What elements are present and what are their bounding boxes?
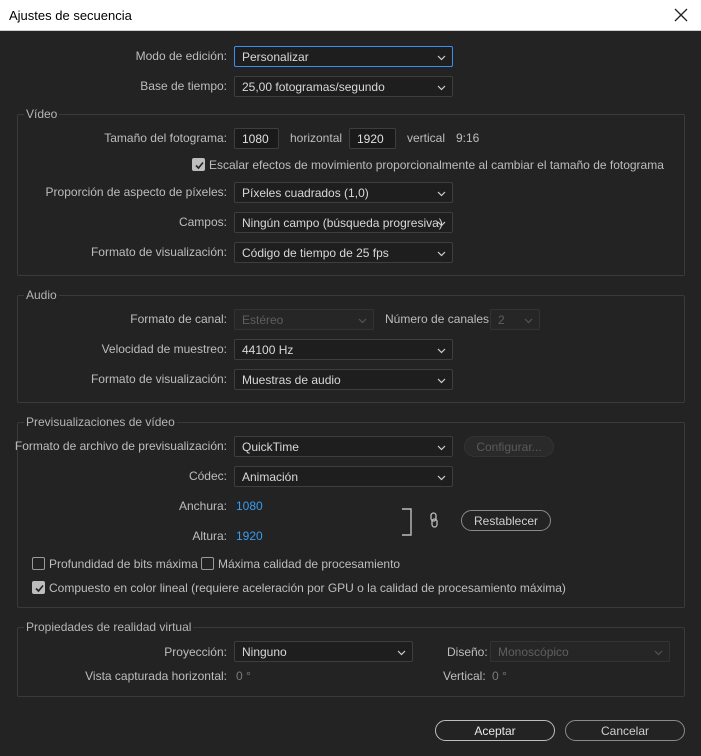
codec-value: Animación	[242, 470, 299, 484]
reset-button-label: Restablecer	[473, 514, 539, 528]
channels-count-label: Número de canales:	[385, 312, 493, 326]
sample-rate-label: Velocidad de muestreo:	[101, 342, 227, 356]
chevron-down-icon	[437, 85, 446, 91]
sample-rate-select[interactable]: 44100 Hz	[234, 339, 453, 360]
projection-select[interactable]: Ninguno	[234, 641, 413, 662]
link-bracket-icon	[402, 508, 412, 536]
preview-width-value[interactable]: 1080	[236, 499, 263, 513]
projection-label: Proyección:	[164, 645, 227, 659]
preview-file-format-value: QuickTime	[242, 440, 299, 454]
title-bar: Ajustes de secuencia	[0, 0, 701, 31]
audio-display-format-label: Formato de visualización:	[90, 372, 227, 386]
frame-width-value: 1080	[242, 132, 269, 146]
checkmark-icon	[35, 584, 44, 593]
aspect-ratio-label: 9:16	[456, 131, 480, 145]
vr-vertical-value: 0 °	[492, 669, 507, 683]
channels-count-value: 2	[498, 313, 505, 327]
video-display-format-select[interactable]: Código de tiempo de 25 fps	[234, 242, 453, 263]
preview-width-label: Anchura:	[178, 499, 227, 513]
h-view-value: 0 °	[236, 669, 251, 683]
audio-display-format-value: Muestras de audio	[242, 373, 341, 387]
timebase-value: 25,00 fotogramas/segundo	[242, 80, 385, 94]
channels-count-select[interactable]: 2	[490, 309, 540, 330]
chevron-down-icon	[437, 378, 446, 384]
audio-display-format-select[interactable]: Muestras de audio	[234, 369, 453, 390]
fields-label: Campos:	[178, 215, 227, 229]
cancel-button-label: Cancelar	[600, 724, 650, 738]
frame-height-value: 1920	[357, 132, 384, 146]
timebase-label: Base de tiempo:	[140, 79, 227, 93]
accept-button[interactable]: Aceptar	[435, 720, 555, 741]
chevron-down-icon	[437, 348, 446, 354]
chevron-down-icon	[437, 221, 446, 227]
chevron-down-icon	[524, 318, 533, 324]
linear-color-checkbox[interactable]	[32, 581, 45, 594]
layout-select[interactable]: Monoscópico	[490, 641, 670, 662]
pixel-aspect-value: Píxeles cuadrados (1,0)	[242, 186, 369, 200]
channel-format-value: Estéreo	[242, 313, 284, 327]
vr-vertical-label: Vertical:	[443, 669, 486, 683]
max-bit-depth-label: Profundidad de bits máxima	[49, 557, 198, 571]
chevron-down-icon	[654, 650, 663, 656]
video-display-format-label: Formato de visualización:	[90, 245, 227, 259]
codec-select[interactable]: Animación	[234, 466, 453, 487]
max-quality-checkbox[interactable]	[201, 557, 214, 570]
fields-select[interactable]: Ningún campo (búsqueda progresiva)	[234, 212, 453, 233]
preview-height-value[interactable]: 1920	[236, 529, 263, 543]
accept-button-label: Aceptar	[474, 724, 516, 738]
linear-color-label: Compuesto en color lineal (requiere acel…	[49, 581, 566, 595]
chevron-down-icon	[437, 191, 446, 197]
pixel-aspect-select[interactable]: Píxeles cuadrados (1,0)	[234, 182, 453, 203]
preview-file-format-select[interactable]: QuickTime	[234, 436, 453, 457]
link-chain-icon[interactable]	[429, 512, 439, 528]
frame-size-label: Tamaño del fotograma:	[104, 131, 227, 145]
configure-button[interactable]: Configurar...	[464, 436, 554, 457]
chevron-down-icon	[437, 251, 446, 257]
h-view-label: Vista capturada horizontal:	[85, 669, 227, 683]
max-quality-label: Máxima calidad de procesamiento	[218, 557, 401, 571]
projection-value: Ninguno	[242, 645, 287, 659]
edit-mode-label: Modo de edición:	[135, 49, 227, 63]
codec-label: Códec:	[188, 469, 227, 483]
layout-value: Monoscópico	[498, 645, 569, 659]
preview-height-label: Altura:	[192, 529, 227, 543]
frame-width-input[interactable]: 1080	[234, 128, 279, 149]
edit-mode-value: Personalizar	[242, 50, 309, 64]
fields-value: Ningún campo (búsqueda progresiva)	[242, 216, 443, 230]
channel-format-select[interactable]: Estéreo	[234, 309, 374, 330]
vr-group-title: Propiedades de realidad virtual	[24, 620, 194, 634]
video-group-title: Vídeo	[24, 107, 60, 121]
channel-format-label: Formato de canal:	[130, 312, 227, 326]
max-bit-depth-checkbox[interactable]	[32, 557, 45, 570]
layout-label: Diseño:	[447, 645, 488, 659]
chevron-down-icon	[437, 475, 446, 481]
chevron-down-icon	[358, 318, 367, 324]
timebase-select[interactable]: 25,00 fotogramas/segundo	[234, 76, 453, 97]
cancel-button[interactable]: Cancelar	[565, 720, 685, 741]
pixel-aspect-label: Proporción de aspecto de píxeles:	[45, 185, 227, 199]
chevron-down-icon	[397, 650, 406, 656]
horizontal-label: horizontal	[290, 131, 343, 145]
chevron-down-icon	[437, 55, 446, 61]
frame-height-input[interactable]: 1920	[349, 128, 396, 149]
audio-group-title: Audio	[24, 288, 59, 302]
previews-group-title: Previsualizaciones de vídeo	[24, 415, 177, 429]
scale-effects-checkbox[interactable]	[192, 158, 205, 171]
checkmark-icon	[195, 161, 204, 170]
reset-button[interactable]: Restablecer	[461, 510, 551, 531]
vr-group	[17, 627, 685, 697]
edit-mode-select[interactable]: Personalizar	[234, 46, 453, 67]
close-icon[interactable]	[673, 7, 689, 23]
video-display-format-value: Código de tiempo de 25 fps	[242, 246, 389, 260]
configure-button-label: Configurar...	[476, 440, 542, 454]
vertical-label: vertical	[407, 131, 446, 145]
chevron-down-icon	[437, 445, 446, 451]
sample-rate-value: 44100 Hz	[242, 343, 294, 357]
preview-file-format-label: Formato de archivo de previsualización:	[14, 439, 227, 453]
window-title: Ajustes de secuencia	[9, 8, 132, 23]
scale-effects-label: Escalar efectos de movimiento proporcion…	[209, 158, 664, 172]
